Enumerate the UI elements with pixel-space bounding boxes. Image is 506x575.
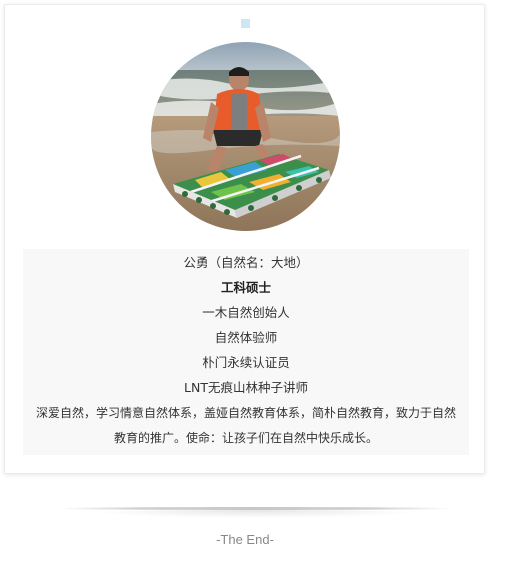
author-role: 一木自然创始人 — [202, 305, 290, 320]
author-degree: 工科硕士 — [220, 280, 271, 295]
author-description: 教育的推广。使命：让孩子们在自然中快乐成长。 — [113, 431, 378, 445]
author-description: 深爱自然，学习情意自然体系，盖娅自然教育体系，简朴自然教育，致力于自然 — [35, 406, 456, 420]
article-end-section: 公勇（自然名：大地） 工科硕士 一木自然创始人 自然体验师 朴门永续认证员 LN… — [0, 0, 506, 575]
author-role: 朴门永续认证员 — [202, 355, 290, 370]
author-role: 自然体验师 — [214, 330, 278, 345]
author-role: LNT无痕山林种子讲师 — [184, 380, 308, 395]
author-bio: 公勇（自然名：大地） 工科硕士 一木自然创始人 自然体验师 朴门永续认证员 LN… — [23, 249, 469, 455]
end-label: -The End- — [216, 532, 274, 547]
decorative-marker — [241, 19, 250, 28]
author-photo — [151, 42, 340, 231]
author-name: 公勇（自然名：大地） — [183, 255, 309, 270]
divider-shadow — [80, 510, 430, 518]
author-profile-card: 公勇（自然名：大地） 工科硕士 一木自然创始人 自然体验师 朴门永续认证员 LN… — [4, 4, 485, 474]
